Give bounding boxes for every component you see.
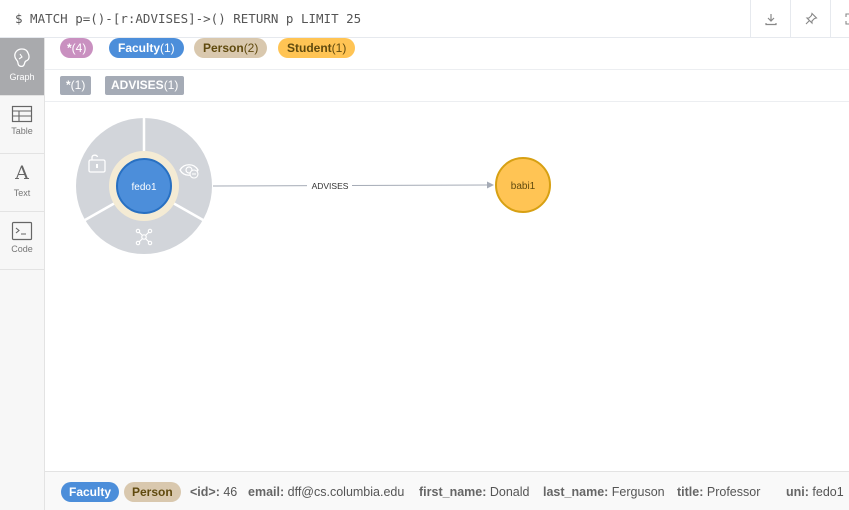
expand-icon bbox=[844, 13, 849, 25]
inspector-panel: Faculty Person <id>: 46 email: dff@cs.co… bbox=[45, 471, 849, 510]
pin-icon bbox=[805, 12, 818, 25]
property-uni: uni: fedo1 bbox=[786, 485, 844, 499]
node-caption: babi1 bbox=[511, 181, 536, 192]
relationship-types-row: *(1) ADVISES(1) bbox=[45, 70, 849, 102]
sidebar-item-label: Table bbox=[11, 126, 33, 136]
graph-canvas[interactable]: ADVISES fedo1 babi1 bbox=[45, 102, 849, 471]
inspector-label-faculty[interactable]: Faculty bbox=[61, 482, 120, 502]
table-icon bbox=[11, 105, 33, 123]
graph-node-babi1[interactable]: babi1 bbox=[495, 157, 551, 213]
sidebar-item-label: Code bbox=[11, 244, 33, 254]
rel-pill-advises[interactable]: ADVISES(1) bbox=[105, 76, 185, 95]
sidebar-item-code[interactable]: Code bbox=[0, 212, 44, 270]
node-caption: fedo1 bbox=[131, 182, 156, 193]
download-icon bbox=[764, 14, 777, 26]
expand-button[interactable] bbox=[830, 0, 849, 38]
label-pill-all[interactable]: *(4) bbox=[60, 38, 94, 58]
inspector-label-person[interactable]: Person bbox=[124, 482, 181, 502]
text-icon: A bbox=[15, 162, 29, 184]
label-pill-student[interactable]: Student(1) bbox=[278, 38, 356, 58]
label-pill-faculty[interactable]: Faculty(1) bbox=[109, 38, 184, 58]
relationship-label: ADVISES bbox=[312, 181, 349, 191]
property-email: email: dff@cs.columbia.edu bbox=[248, 485, 405, 499]
property-id: <id>: 46 bbox=[190, 485, 238, 499]
relationship-arrowhead bbox=[487, 181, 494, 189]
property-title: title: Professor bbox=[677, 485, 761, 499]
property-last-name: last_name: Ferguson bbox=[543, 485, 665, 499]
sidebar-item-text[interactable]: A Text bbox=[0, 154, 44, 212]
query-text[interactable]: $ MATCH p=()-[r:ADVISES]->() RETURN p LI… bbox=[15, 11, 361, 26]
graph-icon bbox=[14, 48, 30, 68]
sidebar-item-table[interactable]: Table bbox=[0, 96, 44, 154]
graph-node-fedo1[interactable]: fedo1 bbox=[116, 158, 172, 214]
node-labels-row: *(4) Faculty(1) Person(2) Student(1) bbox=[45, 38, 849, 70]
rel-pill-all[interactable]: *(1) bbox=[60, 76, 92, 95]
property-first-name: first_name: Donald bbox=[419, 485, 530, 499]
sidebar-item-label: Graph bbox=[9, 72, 35, 82]
sidebar-item-label: Text bbox=[13, 188, 31, 198]
query-bar: $ MATCH p=()-[r:ADVISES]->() RETURN p LI… bbox=[0, 0, 849, 38]
label-pill-person[interactable]: Person(2) bbox=[194, 38, 268, 58]
pin-button[interactable] bbox=[790, 0, 830, 38]
graph-svg: ADVISES fedo1 babi1 bbox=[76, 118, 551, 254]
code-icon bbox=[11, 221, 33, 241]
sidebar-item-graph[interactable]: Graph bbox=[0, 38, 44, 96]
download-button[interactable] bbox=[750, 0, 790, 38]
view-sidebar: Graph Table A Text Code bbox=[0, 38, 45, 510]
